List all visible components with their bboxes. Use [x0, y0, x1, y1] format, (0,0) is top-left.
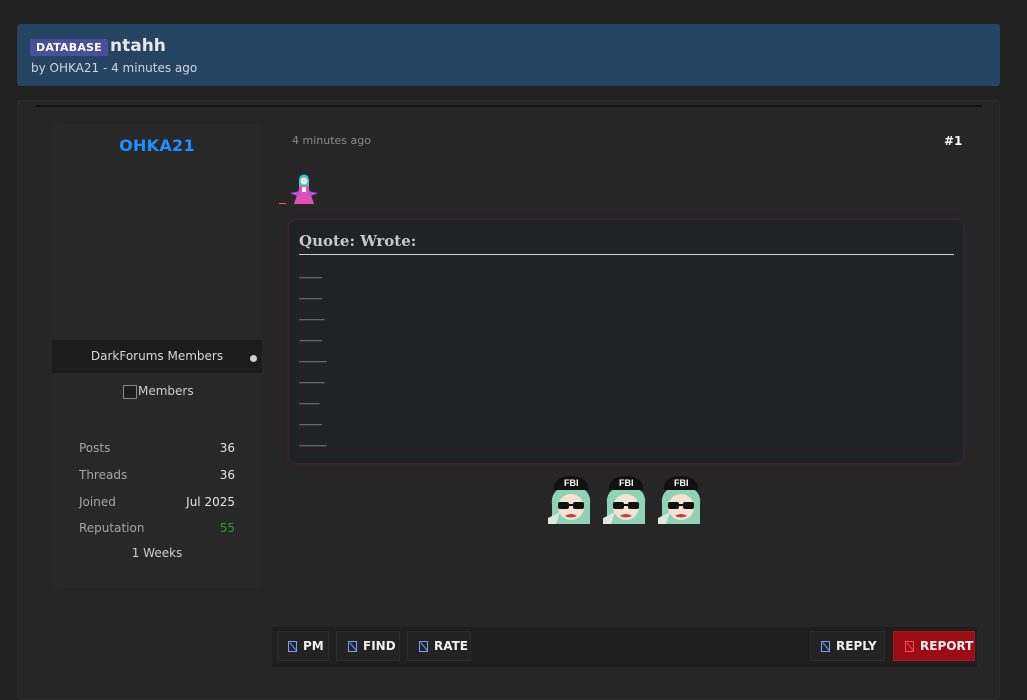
quote-line: ----------: [299, 294, 323, 304]
stat-threads: Threads 36: [79, 468, 235, 484]
divider: [36, 105, 982, 107]
fbi-emoji-icon: FBI: [603, 476, 646, 524]
pm-button[interactable]: PM: [277, 631, 329, 661]
usergroup-bar: DarkForums Members: [52, 340, 262, 373]
fbi-emoji-icon: FBI: [548, 476, 591, 524]
stat-label: Joined: [79, 495, 116, 509]
usergroup-label: DarkForums Members: [90, 349, 224, 363]
decoration-mark: [279, 203, 286, 204]
post-action-bar: PM FIND RATE REPLY REPORT: [272, 627, 977, 667]
stat-label: Reputation: [79, 521, 145, 535]
broken-image-icon: [821, 641, 830, 652]
stat-value: 36: [219, 468, 235, 482]
quote-line: ----------: [299, 420, 323, 430]
quote-block: Quote: Wrote: ---------- ---------- ----…: [289, 220, 963, 463]
broken-image-icon: [348, 641, 357, 652]
post-number-link[interactable]: #1: [944, 134, 962, 148]
thread-meta: by OHKA21 - 4 minutes ago: [31, 61, 198, 75]
stat-value: 36: [219, 441, 235, 455]
stat-value: Jul 2025: [186, 495, 235, 509]
quote-line: ----------: [299, 336, 323, 346]
quote-title: Quote: Wrote:: [299, 232, 417, 250]
online-status-icon: [250, 355, 257, 362]
time-on-forum: 1 Weeks: [131, 546, 183, 560]
pm-label: PM: [303, 639, 324, 653]
svg-text:FBI: FBI: [674, 478, 689, 488]
stat-posts: Posts 36: [79, 441, 235, 457]
find-button[interactable]: FIND: [336, 631, 400, 661]
thread-title: ntahh: [110, 36, 166, 56]
reputation-value[interactable]: 55: [220, 521, 235, 535]
quote-line: -----------: [299, 315, 325, 325]
quote-line: ------------: [299, 357, 327, 367]
broken-image-icon: [123, 384, 137, 399]
reply-button[interactable]: REPLY: [810, 631, 885, 661]
quote-line: ----------: [299, 273, 323, 283]
post-date: 4 minutes ago: [292, 134, 371, 147]
fbi-emoji-icon: FBI: [658, 476, 701, 524]
quote-line: -----------: [299, 378, 325, 388]
anime-figure-icon: [290, 174, 318, 204]
reply-label: REPLY: [836, 639, 877, 653]
find-label: FIND: [363, 639, 396, 653]
quote-line: ------------: [299, 441, 327, 451]
group-image-alt: Members: [138, 384, 194, 398]
svg-text:FBI: FBI: [619, 478, 634, 488]
broken-image-icon: [419, 641, 428, 652]
quote-line: ---------: [299, 399, 320, 409]
stat-joined: Joined Jul 2025: [79, 495, 235, 511]
rate-button[interactable]: RATE: [407, 631, 471, 661]
thread-header: DATABASE ntahh by OHKA21 - 4 minutes ago: [17, 24, 1000, 86]
report-label: REPORT: [920, 639, 974, 653]
broken-image-icon: [288, 641, 297, 652]
svg-text:FBI: FBI: [564, 478, 579, 488]
group-image: Members: [123, 384, 194, 399]
author-username[interactable]: OHKA21: [52, 136, 262, 155]
stat-label: Threads: [79, 468, 128, 482]
quote-divider: [299, 254, 954, 255]
rate-label: RATE: [434, 639, 468, 653]
stat-label: Posts: [79, 441, 111, 455]
thread-prefix-badge[interactable]: DATABASE: [30, 39, 108, 56]
author-card: OHKA21 DarkForums Members Members Posts …: [52, 124, 262, 588]
stat-reputation: Reputation 55: [79, 521, 235, 537]
report-button[interactable]: REPORT: [893, 631, 975, 661]
broken-image-icon: [905, 641, 914, 652]
